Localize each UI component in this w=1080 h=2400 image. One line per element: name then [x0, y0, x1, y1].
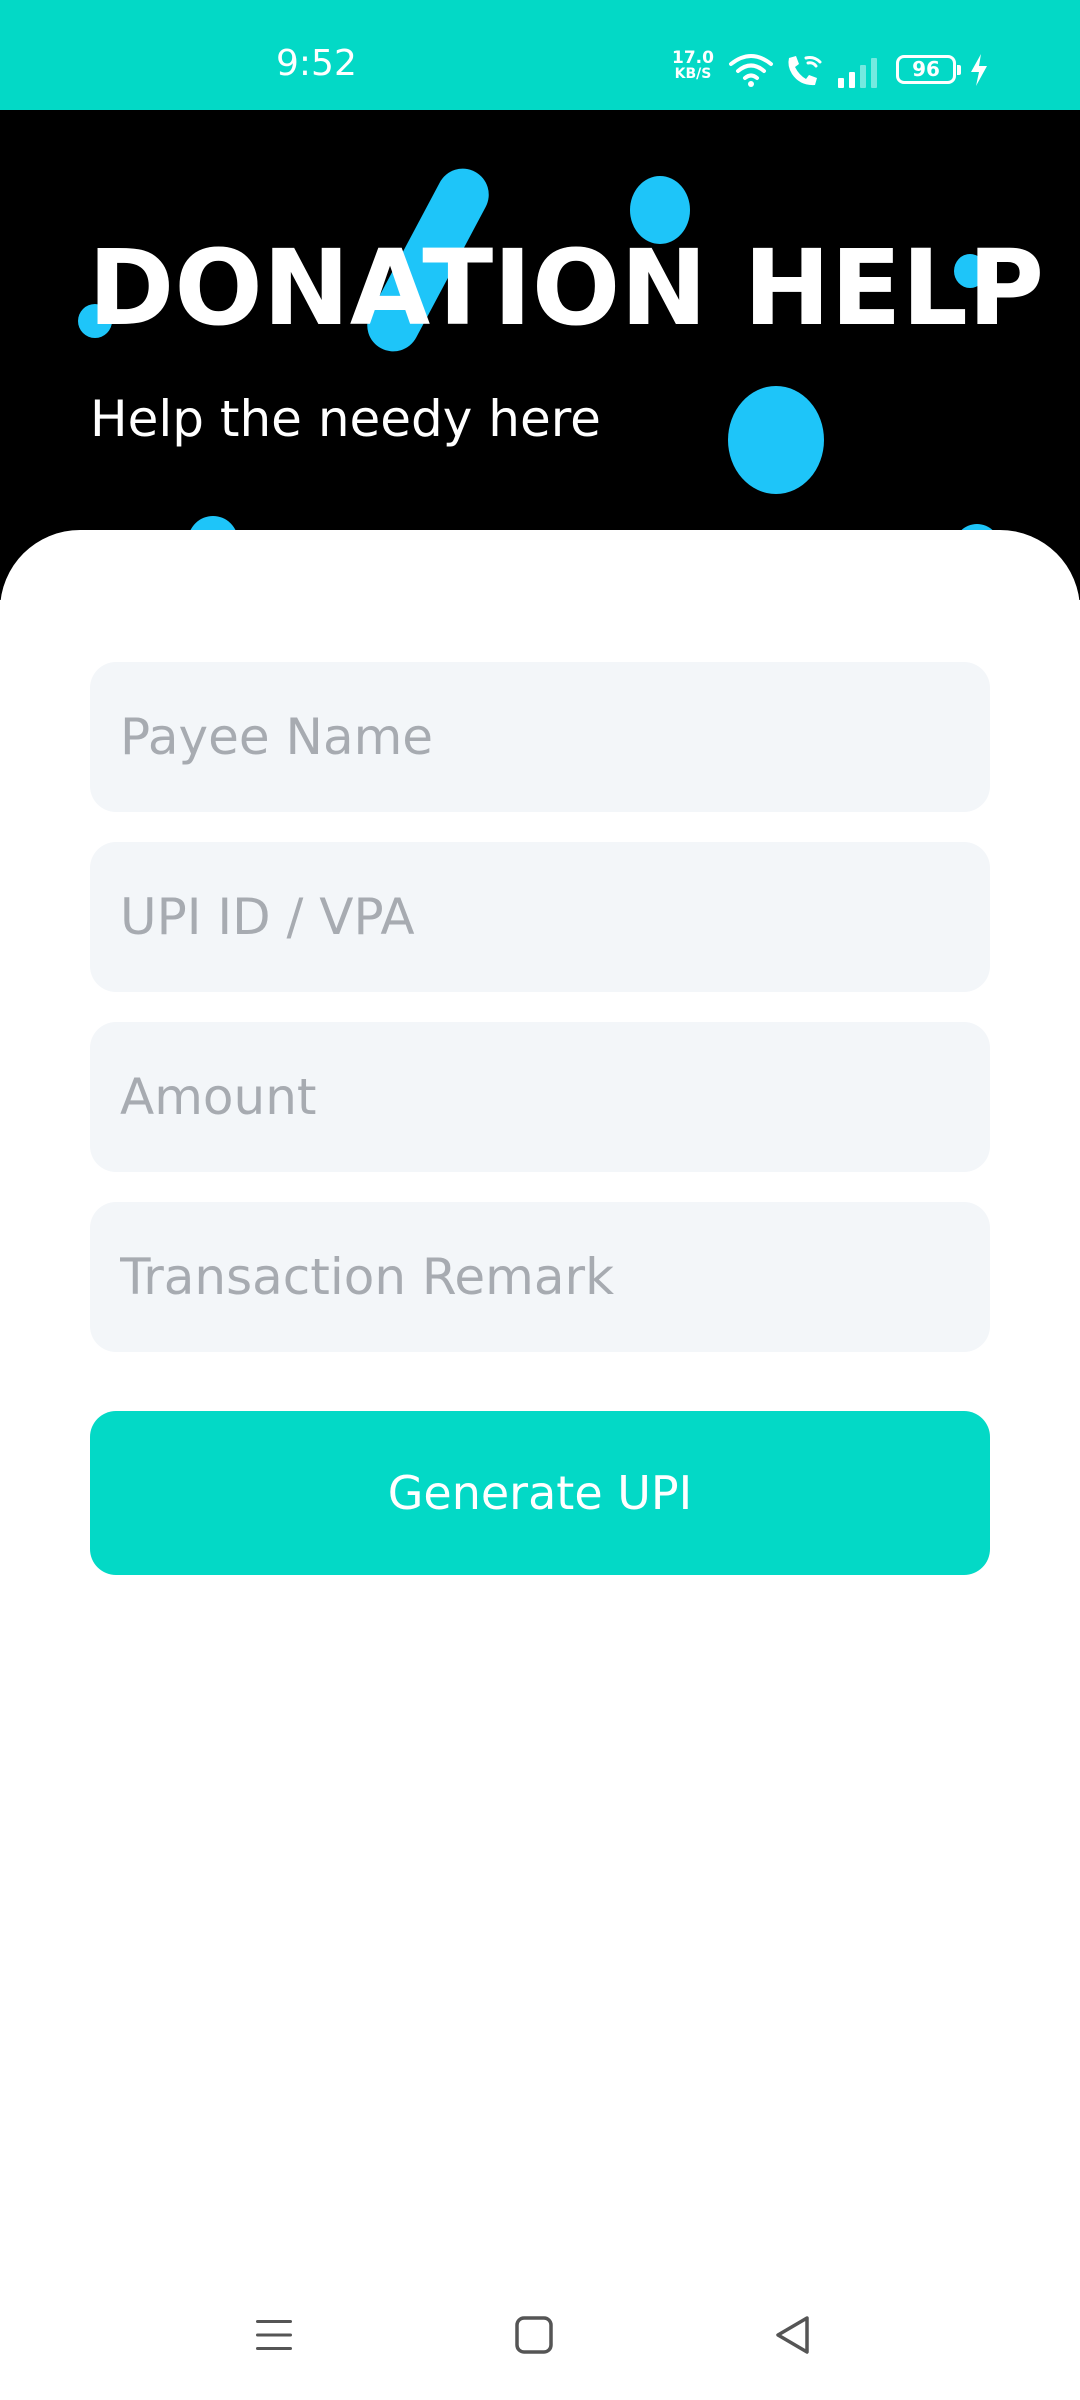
- payee-name-input[interactable]: [90, 662, 990, 812]
- back-button[interactable]: [732, 2270, 852, 2400]
- navigation-bar: [0, 2270, 1080, 2400]
- app-screen: 9:52 17.0 KB/S 96 DONATION HELP Help the…: [0, 0, 1080, 2400]
- network-speed-unit: KB/S: [674, 66, 712, 82]
- transaction-remark-input[interactable]: [90, 1202, 990, 1352]
- page-title: DONATION HELP: [88, 227, 1045, 349]
- charging-icon: [971, 54, 987, 86]
- home-icon: [515, 2316, 553, 2354]
- header-banner: DONATION HELP Help the needy here: [0, 110, 1080, 600]
- back-icon: [776, 2316, 809, 2354]
- amount-input[interactable]: [90, 1022, 990, 1172]
- battery-level: 96: [912, 57, 940, 81]
- wifi-call-icon: [788, 56, 822, 86]
- wifi-icon: [729, 54, 773, 87]
- signal-icon: [838, 58, 877, 88]
- generate-upi-button[interactable]: Generate UPI: [90, 1411, 990, 1575]
- battery-icon: 96: [896, 55, 961, 84]
- status-bar: 9:52 17.0 KB/S 96: [0, 0, 1080, 110]
- upi-id-input[interactable]: [90, 842, 990, 992]
- page-subtitle: Help the needy here: [90, 390, 601, 448]
- menu-button[interactable]: [214, 2270, 334, 2400]
- network-speed-value: 17.0: [672, 48, 714, 68]
- menu-icon: [256, 2320, 292, 2350]
- form-card: Generate UPI: [0, 530, 1080, 2400]
- home-button[interactable]: [474, 2270, 594, 2400]
- decorative-dot: [728, 386, 824, 494]
- network-speed: 17.0 KB/S: [668, 50, 718, 82]
- status-time: 9:52: [276, 43, 357, 84]
